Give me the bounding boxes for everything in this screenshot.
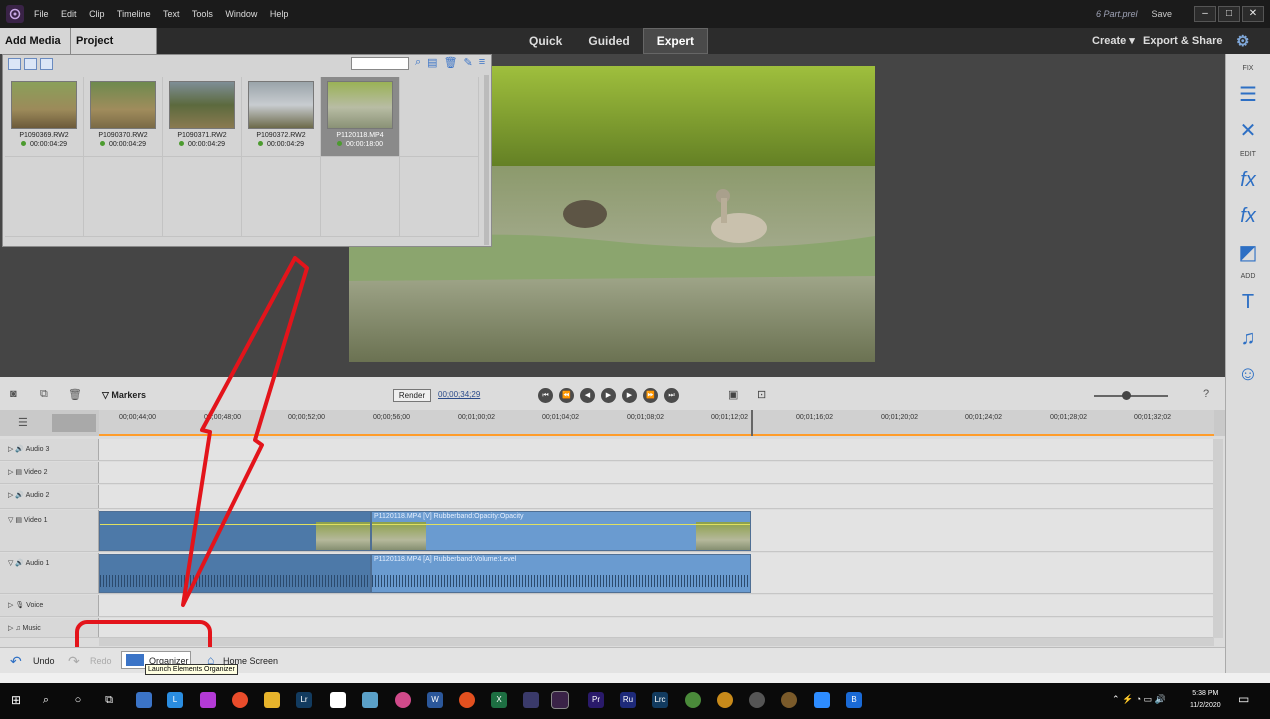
rush-icon[interactable]: Ru <box>620 692 636 708</box>
app-icon[interactable] <box>749 692 765 708</box>
red-arrow-annotation <box>181 256 309 607</box>
app-icon[interactable] <box>781 692 797 708</box>
redo-icon[interactable]: ↷ <box>68 653 80 670</box>
app-icon[interactable] <box>685 692 701 708</box>
app-icon[interactable] <box>136 692 152 708</box>
system-tray-icons[interactable]: ⌃ ⚡ ◔ ▭ 🔊 <box>1112 694 1166 705</box>
undo-button[interactable]: Undo <box>33 656 55 666</box>
task-view-icon[interactable]: ⧉ <box>101 692 117 708</box>
redo-button[interactable]: Redo <box>90 656 112 666</box>
file-explorer-icon[interactable] <box>264 692 280 708</box>
app-icon[interactable]: L <box>167 692 183 708</box>
app-icon[interactable] <box>200 692 216 708</box>
undo-icon[interactable]: ↶ <box>10 653 22 670</box>
search-icon[interactable]: ⌕ <box>38 692 54 708</box>
app-icon[interactable]: B <box>846 692 862 708</box>
clock-time: 5:38 PM <box>1192 690 1219 697</box>
app-icon[interactable] <box>395 692 411 708</box>
premiere-pro-icon[interactable]: Pr <box>588 692 604 708</box>
annotation-overlay <box>75 256 309 672</box>
chrome-icon[interactable] <box>232 692 248 708</box>
document-icon[interactable] <box>330 692 346 708</box>
lightroom-icon[interactable]: Lr <box>296 692 312 708</box>
premiere-elements-icon[interactable] <box>551 691 569 709</box>
app-icon[interactable] <box>459 692 475 708</box>
notifications-icon[interactable]: ▭ <box>1238 692 1249 706</box>
app-icon[interactable] <box>717 692 733 708</box>
lightroom-classic-icon[interactable]: Lrc <box>652 692 668 708</box>
organizer-tooltip: Launch Elements Organizer <box>145 664 238 675</box>
windows-start-icon[interactable]: ⊞ <box>8 692 24 708</box>
organizer-icon <box>126 654 144 666</box>
zoom-icon[interactable] <box>814 692 830 708</box>
app-icon[interactable] <box>523 692 539 708</box>
clock[interactable]: 5:38 PM 11/2/2020 <box>1190 688 1221 712</box>
cortana-icon[interactable]: ○ <box>70 692 86 708</box>
windows-taskbar: ⊞ ⌕ ○ ⧉ L Lr W X Pr Ru Lrc B ⌃ ⚡ ◔ ▭ 🔊 5… <box>0 683 1270 719</box>
excel-icon[interactable]: X <box>491 692 507 708</box>
word-icon[interactable]: W <box>427 692 443 708</box>
clock-date: 11/2/2020 <box>1190 702 1221 709</box>
app-icon[interactable] <box>362 692 378 708</box>
